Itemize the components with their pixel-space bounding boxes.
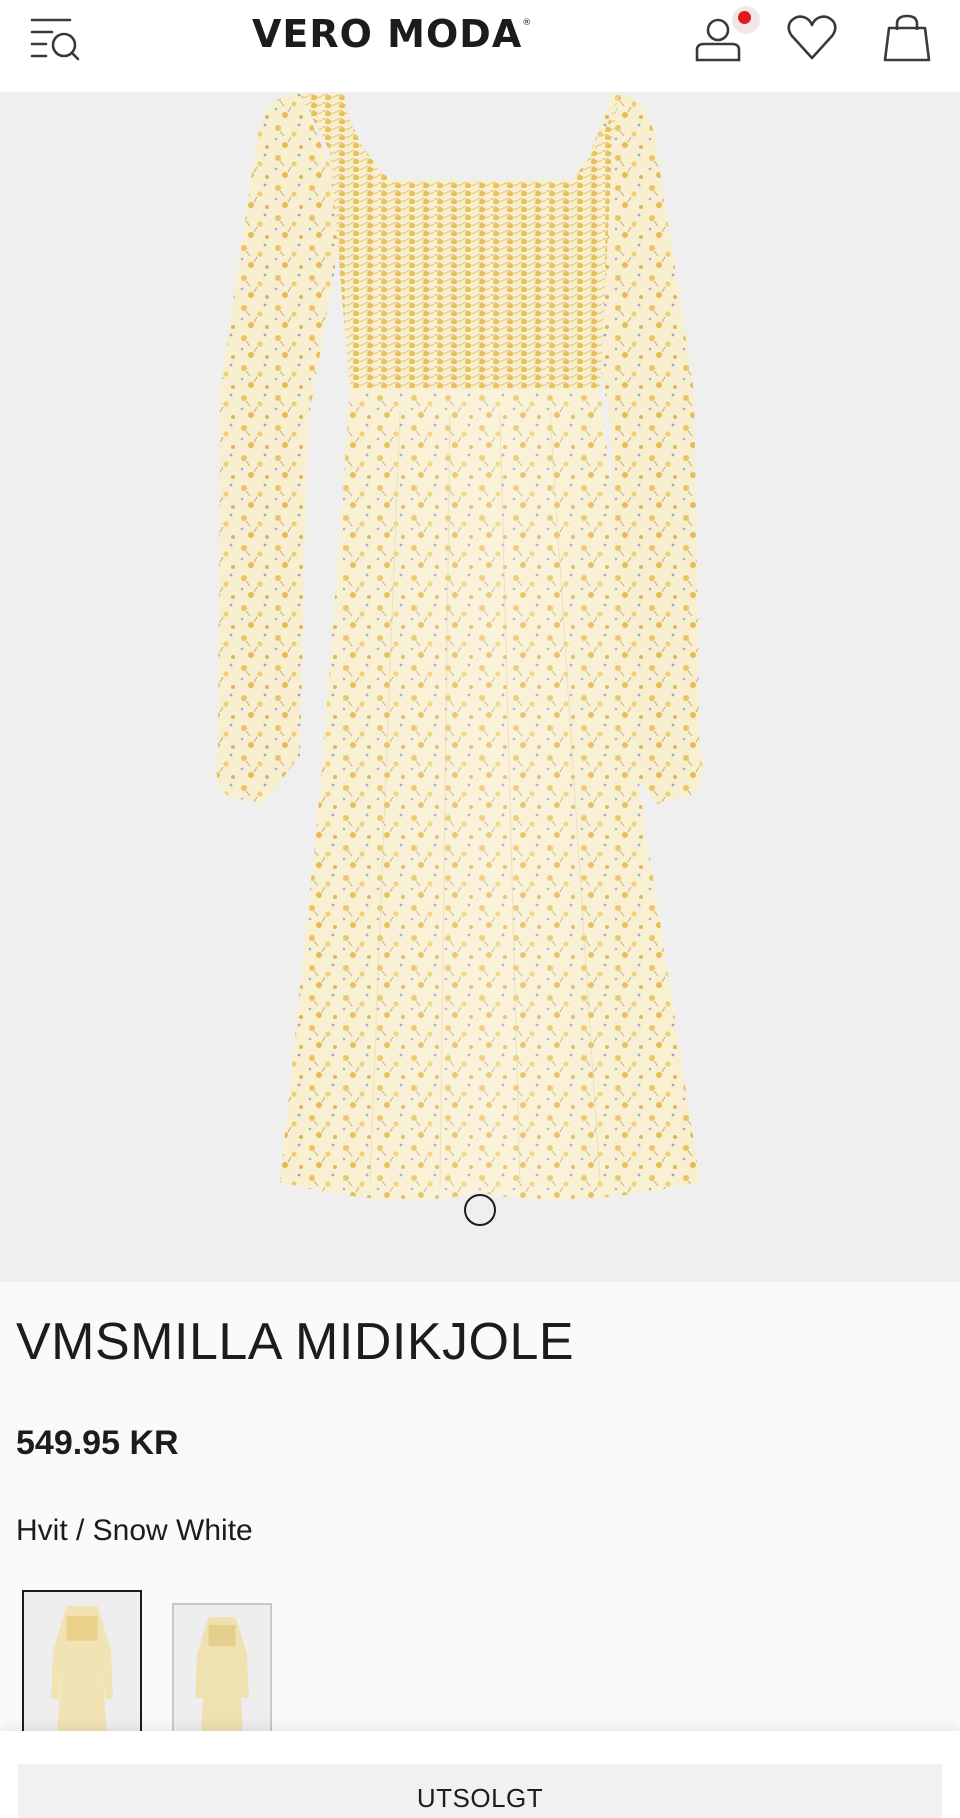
sold-out-button[interactable]: UTSOLGT [18, 1764, 942, 1818]
notification-dot [732, 6, 760, 34]
menu-search-icon[interactable] [30, 16, 82, 62]
site-header: VERO MODA® [0, 0, 960, 92]
brand-logo[interactable]: VERO MODA® [252, 12, 572, 64]
color-swatch[interactable] [172, 1603, 272, 1740]
heart-icon[interactable] [786, 14, 838, 62]
shopping-bag-icon[interactable] [882, 14, 932, 62]
sticky-action-bar: UTSOLGT [0, 1731, 960, 1818]
product-color-name: Hvit / Snow White [16, 1514, 253, 1547]
product-price: 549.95 KR [16, 1424, 179, 1462]
product-image-gallery[interactable] [0, 92, 960, 1282]
image-zoom-indicator[interactable] [464, 1194, 496, 1226]
product-image [216, 93, 703, 1200]
swatch-dress-image [24, 1592, 140, 1738]
color-swatch-selected[interactable] [22, 1590, 142, 1740]
product-title: VMSMILLA MIDIKJOLE [16, 1313, 575, 1371]
swatch-dress-image [174, 1605, 270, 1738]
brand-name: VERO MODA [252, 12, 523, 56]
brand-mark: ® [522, 18, 533, 28]
